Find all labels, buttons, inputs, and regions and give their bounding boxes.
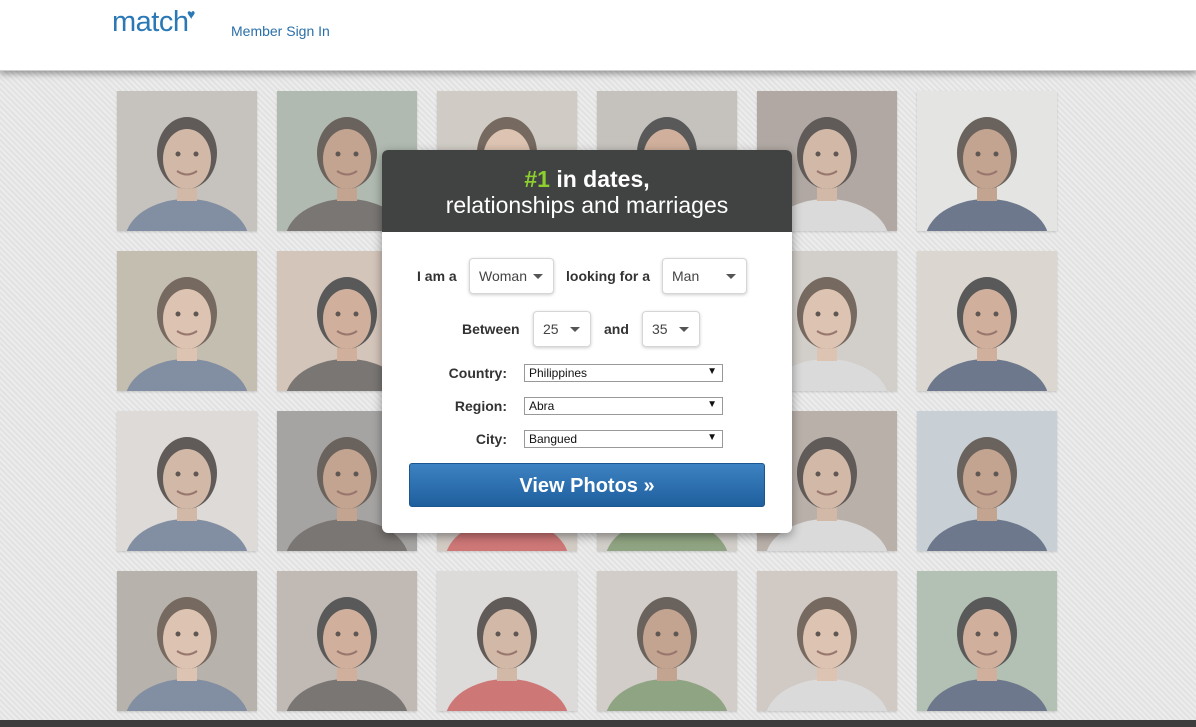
age-min-value: 25 — [543, 321, 559, 337]
between-label: Between — [462, 321, 520, 337]
chevron-down-icon — [570, 327, 580, 332]
headline: #1 in dates, — [382, 150, 792, 192]
profile-photo[interactable] — [597, 571, 737, 711]
chevron-down-icon: ▼ — [707, 399, 717, 410]
profile-photo[interactable] — [917, 411, 1057, 551]
country-select[interactable]: Philippines ▼ — [524, 364, 723, 382]
search-modal: #1 in dates, relationships and marriages… — [382, 150, 792, 533]
looking-for-label: looking for a — [566, 268, 650, 284]
city-select[interactable]: Bangued ▼ — [524, 430, 723, 448]
profile-photo[interactable] — [117, 251, 257, 391]
seeking-value: Man — [672, 268, 700, 284]
site-header: match ♥ Member Sign In — [0, 0, 1196, 71]
country-value: Philippines — [529, 366, 588, 380]
profile-photo[interactable] — [437, 571, 577, 711]
region-value: Abra — [529, 399, 555, 413]
gender-value: Woman — [479, 268, 527, 284]
city-label: City: — [475, 431, 507, 447]
modal-header: #1 in dates, relationships and marriages — [382, 150, 792, 232]
profile-photo[interactable] — [117, 411, 257, 551]
profile-photo[interactable] — [117, 91, 257, 231]
gender-dropdown[interactable]: Woman — [469, 258, 554, 294]
headline-subtitle: relationships and marriages — [445, 192, 729, 218]
logo-text: match — [112, 6, 189, 38]
age-max-value: 35 — [652, 321, 668, 337]
headline-text: in dates, — [549, 166, 650, 192]
city-value: Bangued — [529, 432, 578, 446]
chevron-down-icon: ▼ — [707, 366, 717, 377]
country-label: Country: — [448, 365, 507, 381]
seeking-dropdown[interactable]: Man — [662, 258, 747, 294]
region-select[interactable]: Abra ▼ — [524, 397, 723, 415]
member-sign-in-link[interactable]: Member Sign In — [231, 23, 330, 39]
region-label: Region: — [454, 398, 507, 414]
profile-photo[interactable] — [917, 91, 1057, 231]
age-min-dropdown[interactable]: 25 — [533, 311, 591, 347]
i-am-label: I am a — [417, 268, 457, 284]
heart-icon: ♥ — [187, 6, 195, 22]
profile-photo[interactable] — [117, 571, 257, 711]
profile-photo[interactable] — [277, 571, 417, 711]
chevron-down-icon — [726, 274, 736, 279]
chevron-down-icon: ▼ — [707, 432, 717, 443]
footer-bar — [0, 720, 1196, 727]
profile-photo[interactable] — [757, 571, 897, 711]
headline-accent: #1 — [524, 166, 550, 192]
chevron-down-icon — [679, 327, 689, 332]
and-label: and — [604, 321, 629, 337]
match-logo[interactable]: match ♥ — [112, 6, 195, 39]
age-max-dropdown[interactable]: 35 — [642, 311, 700, 347]
chevron-down-icon — [533, 274, 543, 279]
profile-photo[interactable] — [917, 251, 1057, 391]
profile-photo[interactable] — [917, 571, 1057, 711]
view-photos-button[interactable]: View Photos » — [409, 463, 765, 507]
